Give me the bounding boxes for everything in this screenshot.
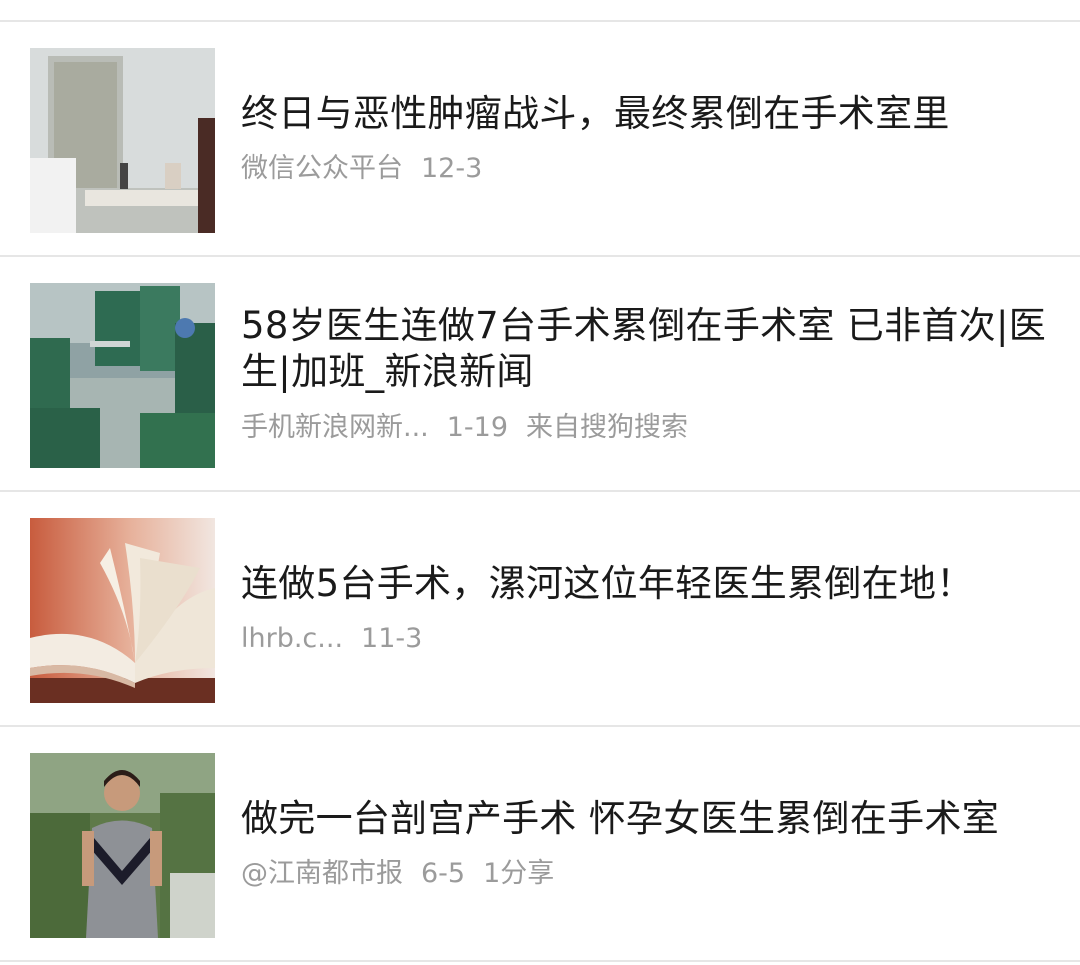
list-item[interactable]: 终日与恶性肿瘤战斗，最终累倒在手术室里 微信公众平台 12-3 [0,22,1080,255]
result-meta: 微信公众平台 12-3 [241,152,500,186]
thumbnail-woman-portrait-photo [30,753,215,938]
result-title[interactable]: 终日与恶性肿瘤战斗，最终累倒在手术室里 [241,91,1056,137]
result-source: 微信公众平台 [241,153,403,184]
list-item[interactable]: 连做5台手术，漯河这位年轻医生累倒在地！ lhrb.c... 11-3 [0,492,1080,725]
share-count: 1分享 [483,858,555,889]
result-source: 手机新浪网新... [241,412,429,443]
result-date: 11-3 [361,623,423,654]
result-date: 1-19 [446,412,509,443]
result-meta: 手机新浪网新... 1-19 来自搜狗搜索 [241,411,706,445]
result-date: 12-3 [421,153,483,184]
bottom-divider [0,960,1080,962]
thumbnail-office-photo [30,48,215,233]
list-item[interactable]: 58岁医生连做7台手术累倒在手术室 已非首次|医生|加班_新浪新闻 手机新浪网新… [0,257,1080,490]
result-via: 来自搜狗搜索 [526,412,689,443]
result-title[interactable]: 做完一台剖宫产手术 怀孕女医生累倒在手术室 [241,796,1056,842]
result-source: @江南都市报 [241,858,403,889]
result-date: 6-5 [421,858,466,889]
thumbnail-open-book-photo [30,518,215,703]
result-title[interactable]: 连做5台手术，漯河这位年轻医生累倒在地！ [241,561,1056,607]
result-meta: @江南都市报 6-5 1分享 [241,857,572,891]
thumbnail-operating-room-photo [30,283,215,468]
list-item[interactable]: 做完一台剖宫产手术 怀孕女医生累倒在手术室 @江南都市报 6-5 1分享 [0,727,1080,960]
result-title[interactable]: 58岁医生连做7台手术累倒在手术室 已非首次|医生|加班_新浪新闻 [241,303,1056,395]
result-source: lhrb.c... [241,623,344,654]
result-meta: lhrb.c... 11-3 [241,622,440,656]
